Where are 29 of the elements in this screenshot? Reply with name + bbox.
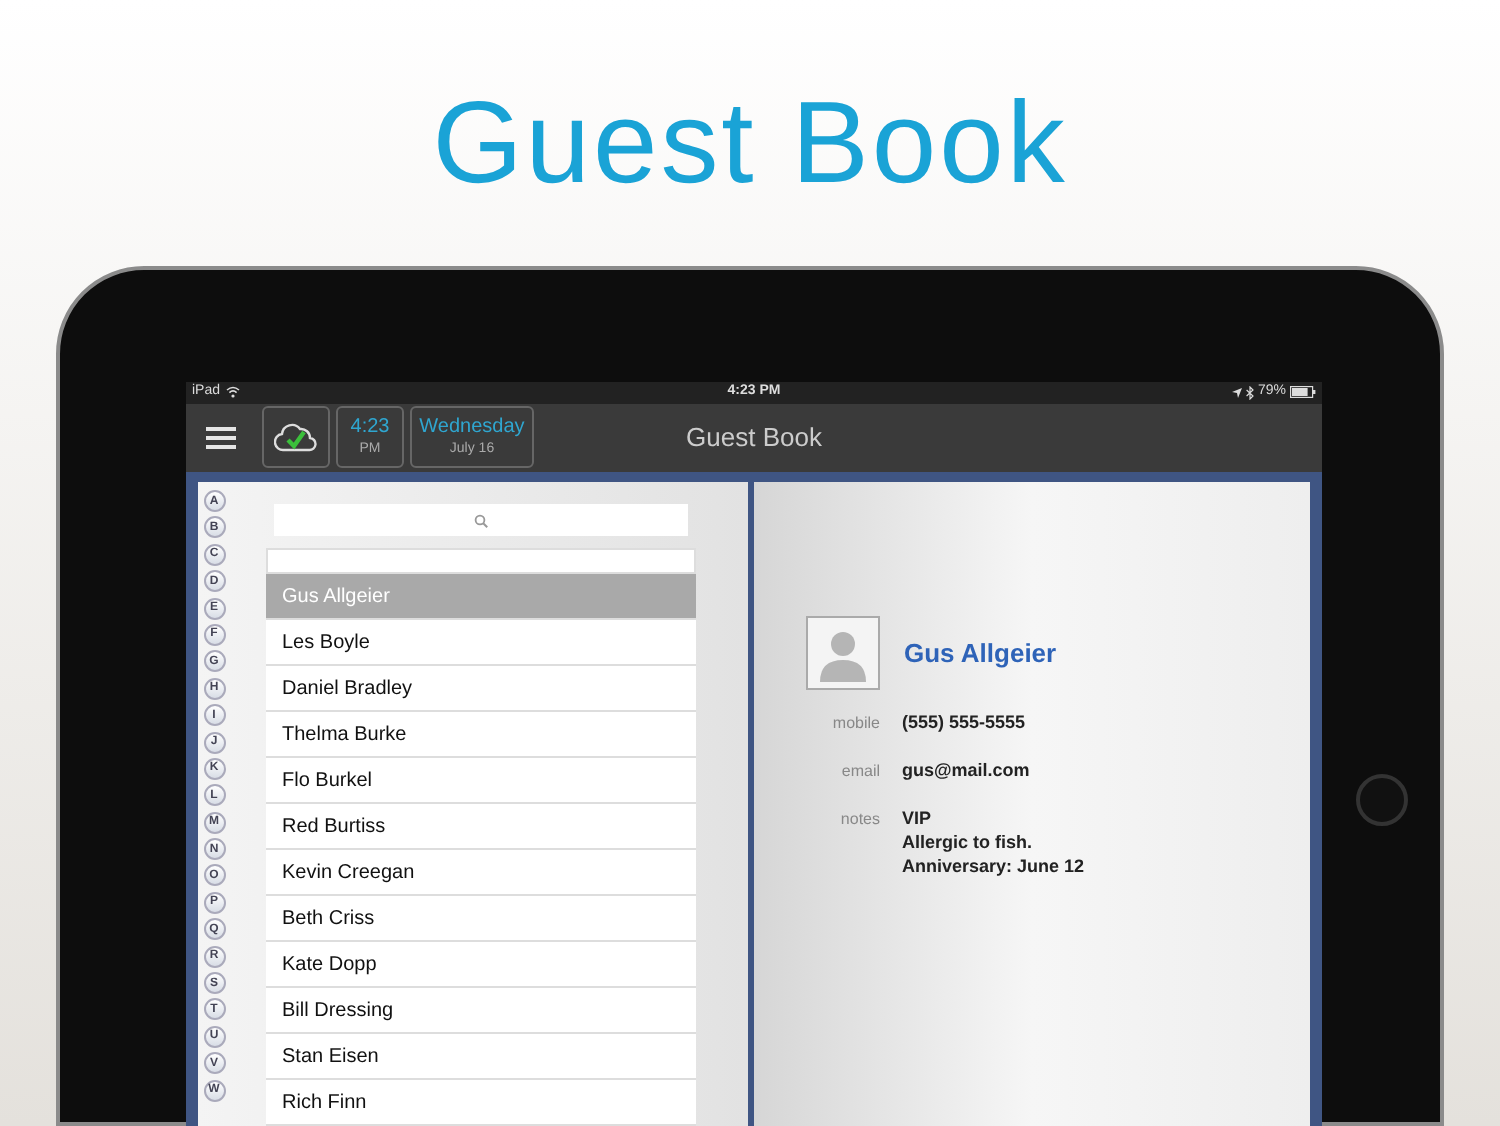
guest-row[interactable]: Les Boyle xyxy=(266,620,696,666)
bluetooth-icon xyxy=(1245,385,1254,400)
screen-title: Guest Book xyxy=(686,420,822,457)
headline: Guest Book xyxy=(432,76,1068,212)
field-label: email xyxy=(839,760,880,784)
guest-row[interactable]: Bill Dressing xyxy=(266,988,696,1034)
guest-row[interactable]: Flo Burkel xyxy=(266,758,696,804)
guest-row[interactable]: Kevin Creegan xyxy=(266,850,696,896)
guest-row[interactable]: Beth Criss xyxy=(266,896,696,942)
battery-icon xyxy=(1290,386,1316,399)
guest-row[interactable]: Daniel Bradley xyxy=(266,666,696,712)
guest-row[interactable]: Rich Finn xyxy=(266,1080,696,1126)
field-value: gus@mail.com xyxy=(902,758,1030,784)
field-value: VIP Allergic to fish. Anniversary: June 12 xyxy=(902,806,1085,878)
guest-row[interactable]: Red Burtiss xyxy=(266,804,696,850)
field-label: notes xyxy=(838,808,880,832)
field-label: mobile xyxy=(830,712,880,736)
guest-row[interactable]: Thelma Burke xyxy=(266,712,696,758)
wifi-icon xyxy=(226,386,241,399)
location-icon xyxy=(1231,387,1242,398)
search-field[interactable] xyxy=(274,504,688,536)
sync-button[interactable] xyxy=(262,406,330,469)
search-icon xyxy=(474,513,488,527)
guest-row[interactable]: Stan Eisen xyxy=(266,1034,696,1080)
cloud-check-icon xyxy=(274,422,318,453)
field-value: (555) 555-5555 xyxy=(902,710,1026,736)
guest-row[interactable]: Kate Dopp xyxy=(266,942,696,988)
contact-name: Gus Allgeier xyxy=(904,635,1057,672)
menu-icon[interactable] xyxy=(206,425,236,450)
